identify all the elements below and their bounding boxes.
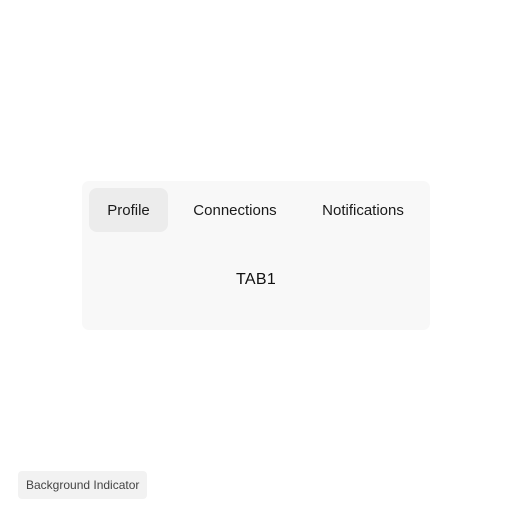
tab-notifications-label: Notifications xyxy=(322,201,404,219)
background-indicator-label: Background Indicator xyxy=(26,478,140,492)
tab-connections[interactable]: Connections xyxy=(168,188,302,232)
tab-panel-text: TAB1 xyxy=(235,271,277,288)
tab-panel-content: TAB1 xyxy=(82,232,430,328)
background-indicator: Background Indicator xyxy=(18,471,148,499)
tab-list: Profile Connections Notifications xyxy=(89,188,424,232)
tab-profile[interactable]: Profile xyxy=(89,188,168,232)
tab-notifications[interactable]: Notifications xyxy=(302,188,424,232)
page: Profile Connections Notifications TAB1 B… xyxy=(0,0,512,512)
tab-connections-label: Connections xyxy=(193,201,277,219)
tabs-container: Profile Connections Notifications TAB1 xyxy=(82,181,430,330)
tab-profile-label: Profile xyxy=(107,201,150,219)
